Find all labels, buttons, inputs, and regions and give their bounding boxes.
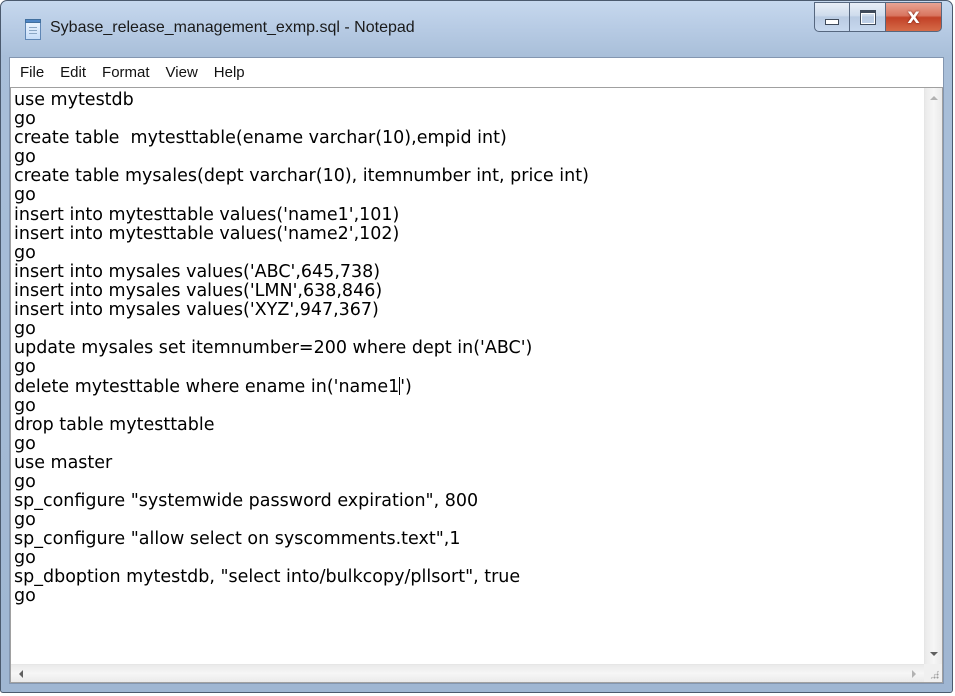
maximize-icon — [859, 9, 876, 25]
text-line[interactable]: go — [14, 186, 921, 205]
maximize-button[interactable] — [850, 2, 886, 32]
text-line[interactable]: sp_configure "allow select on syscomment… — [14, 530, 921, 549]
scroll-right-icon[interactable] — [912, 670, 916, 678]
text-line[interactable]: create table mysales(dept varchar(10), i… — [14, 167, 921, 186]
text-line[interactable]: go — [14, 549, 921, 568]
text-line[interactable]: use mytestdb — [14, 90, 921, 110]
window-controls: X — [814, 2, 942, 32]
text-line[interactable]: insert into mytesttable values('name1',1… — [14, 205, 921, 225]
text-line[interactable]: insert into mysales values('LMN',638,846… — [14, 281, 921, 301]
menu-bar: File Edit Format View Help — [10, 58, 943, 88]
client-area: File Edit Format View Help use mytestdb g… — [9, 57, 944, 684]
text-line[interactable]: use master — [14, 453, 921, 473]
text-line[interactable]: update mysales set itemnumber=200 where … — [14, 339, 921, 358]
title-bar[interactable]: Sybase_release_management_exmp.sql - Not… — [1, 1, 952, 57]
resize-grip-icon[interactable] — [924, 664, 942, 682]
text-line[interactable]: sp_configure "systemwide password expira… — [14, 491, 921, 511]
menu-file[interactable]: File — [10, 59, 52, 86]
notepad-icon[interactable] — [25, 19, 41, 40]
notepad-window: Sybase_release_management_exmp.sql - Not… — [0, 0, 953, 693]
close-icon: X — [907, 7, 920, 27]
vertical-scrollbar[interactable] — [924, 88, 942, 664]
text-line[interactable]: go — [14, 434, 921, 454]
text-editor[interactable]: use mytestdb go create table mytesttable(e… — [10, 87, 943, 683]
text-line[interactable]: delete mytesttable where ename in('name1… — [14, 377, 921, 397]
text-line[interactable]: drop table mytesttable — [14, 415, 921, 435]
text-line[interactable]: insert into mytesttable values('name2',1… — [14, 224, 921, 244]
menu-edit[interactable]: Edit — [52, 59, 94, 86]
scroll-up-icon[interactable] — [930, 96, 938, 100]
text-line[interactable]: go — [14, 109, 921, 129]
close-button[interactable]: X — [886, 2, 942, 32]
text-line[interactable]: insert into mysales values('XYZ',947,367… — [14, 300, 921, 320]
text-line[interactable]: go — [14, 243, 921, 263]
minimize-button[interactable] — [814, 2, 850, 32]
window-title: Sybase_release_management_exmp.sql - Not… — [50, 19, 415, 36]
text-line[interactable]: go — [14, 320, 921, 339]
text-line[interactable]: go — [14, 396, 921, 416]
menu-format[interactable]: Format — [94, 59, 158, 86]
text-line[interactable]: go — [14, 510, 921, 530]
text-line[interactable]: go — [14, 472, 921, 492]
text-line[interactable]: go — [14, 358, 921, 377]
scroll-left-icon[interactable] — [19, 670, 23, 678]
text-line[interactable]: go — [14, 148, 921, 167]
text-line[interactable]: create table mytesttable(ename varchar(1… — [14, 129, 921, 148]
text-line[interactable]: insert into mysales values('ABC',645,738… — [14, 262, 921, 282]
scroll-down-icon[interactable] — [930, 652, 938, 656]
text-area[interactable]: use mytestdb go create table mytesttable(e… — [11, 88, 924, 664]
horizontal-scrollbar[interactable] — [11, 664, 924, 682]
menu-help[interactable]: Help — [206, 59, 253, 86]
text-line[interactable]: sp_dboption mytestdb, "select into/bulkc… — [14, 568, 921, 587]
menu-view[interactable]: View — [158, 59, 206, 86]
text-line[interactable]: go — [14, 587, 921, 606]
minimize-icon — [825, 19, 839, 25]
